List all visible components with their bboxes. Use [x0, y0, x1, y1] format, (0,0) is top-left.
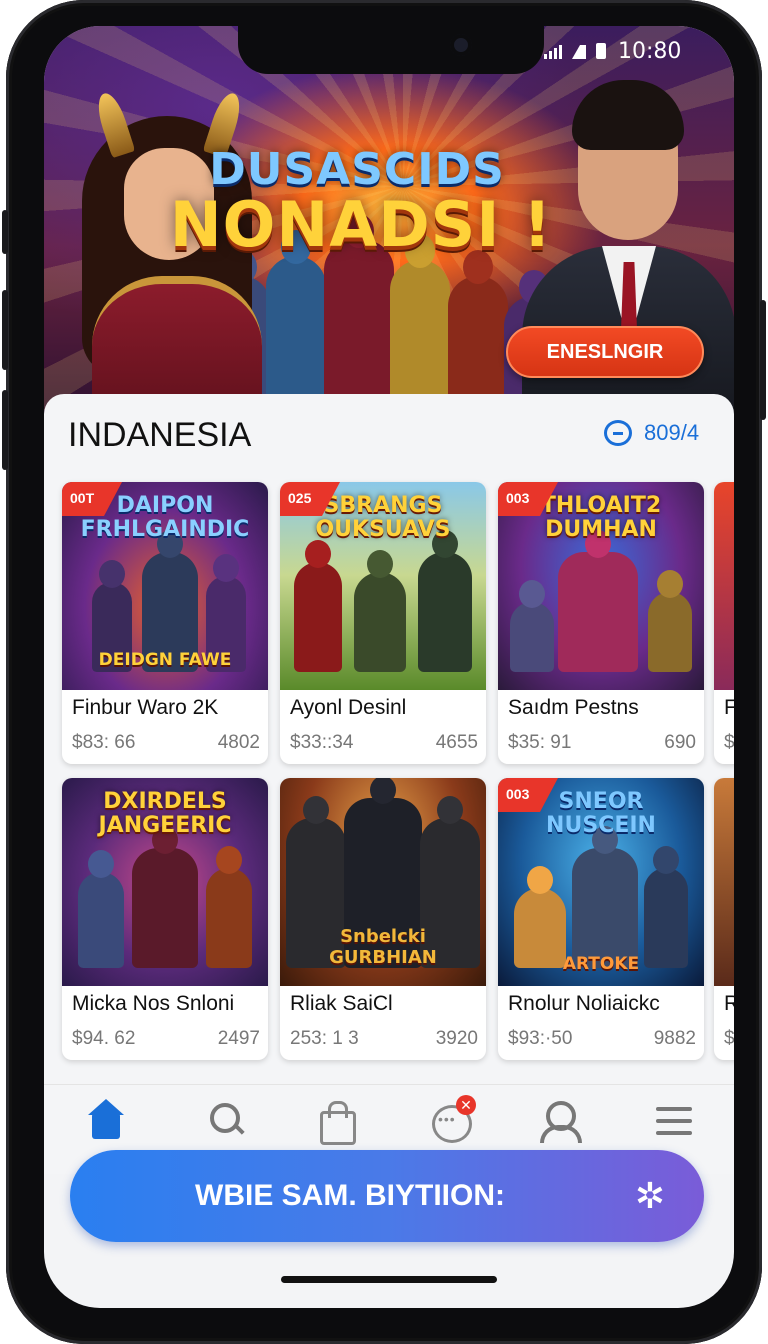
menu-icon[interactable] [652, 1099, 696, 1143]
front-camera [450, 34, 472, 56]
game-card-art [714, 482, 734, 690]
game-card[interactable]: SNEOR NUSCEIN ARTOKE 003 Rnolur Noliaick… [498, 778, 704, 1060]
game-card-art: DXIRDELS JANGEERIC [62, 778, 268, 986]
status-time: 10:80 [618, 38, 682, 64]
game-card[interactable]: SBRANGS OUKSUAVS 025 Ayonl Desinl $33::3… [280, 482, 486, 764]
hero-banner[interactable]: DUSASCIDS NONADSI ! ENESLNGIR [44, 26, 734, 426]
sparkle-icon: ✲ [634, 1175, 666, 1216]
game-card-title: Finbur Waro 2K [72, 696, 219, 719]
game-card-price: $ [724, 732, 734, 753]
phone-frame: DUSASCIDS NONADSI ! ENESLNGIR 10:80 INDA… [2, 0, 766, 1344]
game-card[interactable]: Snbelcki GURBHIAN Rliak SaiCl 253: 1 3 3… [280, 778, 486, 1060]
bag-icon[interactable] [314, 1099, 358, 1145]
game-card-price: $83: 66 [72, 732, 136, 753]
volume-down-button [2, 390, 8, 470]
game-card-price: $35: 91 [508, 732, 572, 753]
game-card-art-subtitle: Snbelcki GURBHIAN [329, 926, 437, 968]
wifi-icon [572, 43, 586, 59]
status-bar: 10:80 [544, 36, 681, 66]
game-card-price: $ [724, 1028, 734, 1049]
section-title: INDANESIA [68, 416, 252, 454]
battery-icon [596, 43, 606, 59]
section-meta[interactable]: 809/4 [604, 420, 699, 446]
game-card-price: 253: 1 3 [290, 1028, 359, 1049]
chat-icon [604, 420, 632, 446]
games-panel: INDANESIA 809/4 DAIPON FRHLGAINDIC DEIDG… [44, 394, 734, 1084]
game-card-art-subtitle: DEIDGN FAWE [98, 650, 232, 670]
game-card-partial[interactable]: R $ [714, 778, 734, 1060]
power-button [760, 300, 766, 420]
mute-switch [2, 210, 8, 254]
game-card-art: Snbelcki GURBHIAN [280, 778, 486, 986]
game-card-count: 4802 [217, 732, 260, 753]
game-card-count: 4655 [435, 732, 478, 753]
home-indicator[interactable] [281, 1276, 497, 1283]
game-card-count: 9882 [653, 1028, 696, 1049]
game-card[interactable]: THLOAIT2 DUMHAN 003 Saıdm Pestns $35: 91… [498, 482, 704, 764]
game-card-price: $93:·50 [508, 1028, 573, 1049]
hero-title-line2: NONADSI ! [169, 188, 553, 261]
promo-button-label: WBIE SAM. BIYTIION: [195, 1179, 505, 1212]
hero-cta-button[interactable]: ENESLNGIR [506, 326, 704, 378]
game-card-count: 2497 [217, 1028, 260, 1049]
game-card[interactable]: DAIPON FRHLGAINDIC DEIDGN FAWE 00T Finbu… [62, 482, 268, 764]
app-screen: DUSASCIDS NONADSI ! ENESLNGIR 10:80 INDA… [44, 26, 734, 1308]
game-card-art [714, 778, 734, 986]
volume-up-button [2, 290, 8, 370]
game-card-title: Micka Nos Snloni [72, 992, 235, 1015]
game-card-count: 690 [664, 732, 696, 753]
game-card-art-subtitle: ARTOKE [562, 954, 640, 974]
user-icon[interactable] [536, 1099, 582, 1143]
game-card-price: $33::34 [290, 732, 354, 753]
notification-badge: ✕ [456, 1095, 476, 1115]
section-meta-count: 809/4 [644, 420, 700, 445]
notch [238, 26, 544, 74]
game-card-partial[interactable]: F $ [714, 482, 734, 764]
game-card-art-title: DXIRDELS JANGEERIC [98, 789, 232, 838]
game-card-title: F [724, 696, 734, 719]
game-card-title: Rliak SaiCl [290, 992, 393, 1015]
signal-icon [544, 43, 562, 59]
game-card-title: Rnolur Noliaickc [508, 992, 660, 1015]
search-icon[interactable] [204, 1099, 248, 1143]
promo-button[interactable]: WBIE SAM. BIYTIION: ✲ [70, 1150, 704, 1242]
game-card-title: Ayonl Desinl [290, 696, 407, 719]
game-card-price: $94. 62 [72, 1028, 136, 1049]
game-card[interactable]: DXIRDELS JANGEERIC Micka Nos Snloni $94.… [62, 778, 268, 1060]
game-card-count: 3920 [435, 1028, 478, 1049]
game-card-title: R [724, 992, 734, 1015]
home-icon[interactable] [84, 1099, 128, 1143]
game-card-title: Saıdm Pestns [508, 696, 639, 719]
